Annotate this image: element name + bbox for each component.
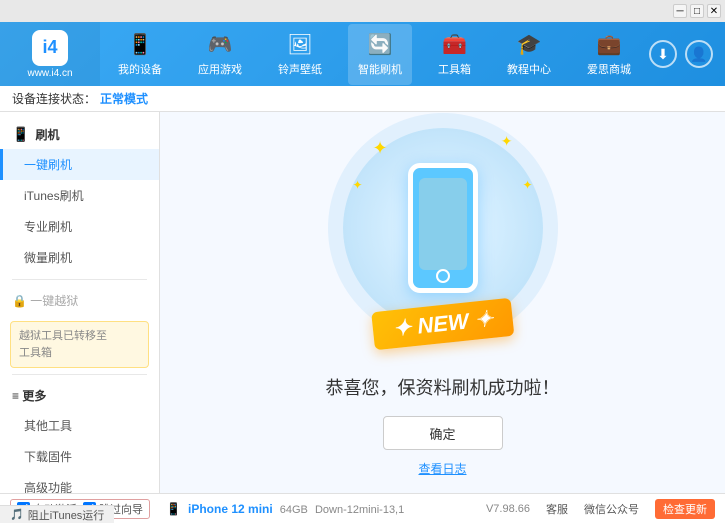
my-device-icon: 📱 bbox=[128, 32, 153, 57]
new-badge-decoration-left: ✦ bbox=[391, 314, 418, 341]
sparkle-4: ✦ bbox=[522, 178, 532, 192]
nav-item-smart-shop[interactable]: 🔄 智能刷机 bbox=[348, 24, 412, 85]
phone-illustration bbox=[408, 163, 478, 293]
nav-item-shop-label: 爱思商城 bbox=[587, 61, 631, 77]
sidebar-item-pro-flash[interactable]: 专业刷机 bbox=[0, 211, 159, 242]
sidebar-item-itunes-flash-label: iTunes刷机 bbox=[24, 189, 84, 203]
device-firmware: Down-12mini-13,1 bbox=[315, 504, 404, 516]
success-illustration: ✦ ✦ ✦ ✦ ✦ NEW ✦ bbox=[343, 128, 543, 328]
sidebar-divider-1 bbox=[12, 279, 147, 280]
logo-text: i4 bbox=[42, 37, 57, 58]
nav-bar: 📱 我的设备 🎮 应用游戏 🖼 铃声壁纸 🔄 智能刷机 🧰 工具箱 🎓 教程中心… bbox=[100, 22, 649, 86]
notice-text: 越狱工具已转移至工具箱 bbox=[19, 330, 107, 359]
status-value: 正常模式 bbox=[100, 90, 148, 107]
smart-shop-icon: 🔄 bbox=[368, 32, 393, 57]
nav-item-wallpaper-label: 铃声壁纸 bbox=[278, 61, 322, 77]
sidebar-item-one-key-flash-label: 一键刷机 bbox=[24, 158, 72, 172]
check-update-button[interactable]: 检查更新 bbox=[655, 499, 715, 519]
itunes-bar: 🎵 阻止iTunes运行 bbox=[0, 505, 114, 523]
header: i4 www.i4.cn 📱 我的设备 🎮 应用游戏 🖼 铃声壁纸 🔄 智能刷机… bbox=[0, 22, 725, 86]
logo-icon: i4 bbox=[32, 30, 68, 66]
sidebar-item-other-tools-label: 其他工具 bbox=[24, 419, 72, 433]
download-button[interactable]: ⬇ bbox=[649, 40, 677, 68]
sidebar-item-download-firmware[interactable]: 下载固件 bbox=[0, 441, 159, 472]
more-section-title: ≡ 更多 bbox=[0, 381, 159, 410]
flash-section-title: 📱 刷机 bbox=[0, 120, 159, 149]
wechat-link[interactable]: 微信公众号 bbox=[584, 501, 639, 517]
success-text: 恭喜您，保资料刷机成功啦！ bbox=[326, 378, 560, 398]
status-label: 设备连接状态： bbox=[12, 90, 96, 107]
sidebar: 📱 刷机 一键刷机 iTunes刷机 专业刷机 微量刷机 🔒 一键越狱 越狱工具… bbox=[0, 112, 160, 493]
sidebar-item-download-firmware-label: 下载固件 bbox=[24, 450, 72, 464]
nav-item-toolbox[interactable]: 🧰 工具箱 bbox=[428, 24, 481, 85]
main-container: 📱 刷机 一键刷机 iTunes刷机 专业刷机 微量刷机 🔒 一键越狱 越狱工具… bbox=[0, 112, 725, 493]
more-label: ≡ 更多 bbox=[12, 387, 46, 404]
phone-home-button bbox=[436, 269, 450, 283]
sidebar-divider-2 bbox=[12, 374, 147, 375]
sparkle-2: ✦ bbox=[501, 133, 513, 150]
close-button[interactable]: ✕ bbox=[707, 4, 721, 18]
wallpaper-icon: 🖼 bbox=[287, 32, 312, 57]
sidebar-item-other-tools[interactable]: 其他工具 bbox=[0, 410, 159, 441]
nav-item-my-device-label: 我的设备 bbox=[118, 61, 162, 77]
sidebar-item-one-key-flash[interactable]: 一键刷机 bbox=[0, 149, 159, 180]
content-area: ✦ ✦ ✦ ✦ ✦ NEW ✦ 恭喜您，保资料刷机成功啦！ 确定 查看日志 bbox=[160, 112, 725, 493]
apps-games-icon: 🎮 bbox=[208, 32, 233, 57]
logo-area: i4 www.i4.cn bbox=[0, 22, 100, 86]
sidebar-item-micro-flash-label: 微量刷机 bbox=[24, 251, 72, 265]
itunes-icon: 🎵 bbox=[10, 508, 24, 521]
sidebar-item-advanced-label: 高级功能 bbox=[24, 481, 72, 493]
sidebar-item-advanced[interactable]: 高级功能 bbox=[0, 472, 159, 493]
user-button[interactable]: 👤 bbox=[685, 40, 713, 68]
itunes-status: 阻止iTunes运行 bbox=[28, 507, 105, 523]
nav-item-shop[interactable]: 💼 爱思商城 bbox=[577, 24, 641, 85]
logo-url: www.i4.cn bbox=[27, 68, 72, 79]
notice-box: 越狱工具已转移至工具箱 bbox=[10, 321, 149, 368]
toolbox-icon: 🧰 bbox=[442, 32, 467, 57]
view-log-link[interactable]: 查看日志 bbox=[418, 460, 466, 477]
nav-item-my-device[interactable]: 📱 我的设备 bbox=[108, 24, 172, 85]
nav-item-tutorial[interactable]: 🎓 教程中心 bbox=[497, 24, 561, 85]
nav-item-apps-games-label: 应用游戏 bbox=[198, 61, 242, 77]
status-bar: 设备连接状态： 正常模式 bbox=[0, 86, 725, 112]
maximize-button[interactable]: □ bbox=[690, 4, 704, 18]
sparkle-3: ✦ bbox=[353, 178, 363, 192]
bottom-right: V7.98.66 客服 微信公众号 检查更新 bbox=[486, 499, 715, 519]
confirm-button[interactable]: 确定 bbox=[383, 416, 503, 450]
nav-item-wallpaper[interactable]: 🖼 铃声壁纸 bbox=[268, 24, 332, 85]
new-badge-decoration-right: ✦ bbox=[473, 306, 494, 333]
phone-screen bbox=[419, 178, 467, 270]
sidebar-item-itunes-flash[interactable]: iTunes刷机 bbox=[0, 180, 159, 211]
sparkle-1: ✦ bbox=[373, 138, 388, 159]
header-actions: ⬇ 👤 bbox=[649, 40, 725, 68]
device-name: iPhone 12 mini bbox=[188, 502, 273, 516]
device-icon: 📱 bbox=[166, 502, 181, 516]
sidebar-item-micro-flash[interactable]: 微量刷机 bbox=[0, 242, 159, 273]
phone-body bbox=[408, 163, 478, 293]
nav-item-toolbox-label: 工具箱 bbox=[438, 61, 471, 77]
flash-icon: 📱 bbox=[12, 126, 29, 143]
nav-item-smart-shop-label: 智能刷机 bbox=[358, 61, 402, 77]
tutorial-icon: 🎓 bbox=[517, 32, 542, 57]
version-text: V7.98.66 bbox=[486, 503, 530, 515]
title-bar: ─ □ ✕ bbox=[0, 0, 725, 22]
customer-service-link[interactable]: 客服 bbox=[546, 501, 568, 517]
device-storage: 64GB bbox=[280, 504, 308, 516]
minimize-button[interactable]: ─ bbox=[673, 4, 687, 18]
sidebar-item-pro-flash-label: 专业刷机 bbox=[24, 220, 72, 234]
device-info: 📱 iPhone 12 mini 64GB Down-12mini-13,1 bbox=[166, 502, 404, 516]
shop-icon: 💼 bbox=[597, 32, 622, 57]
flash-label: 刷机 bbox=[35, 126, 59, 143]
sidebar-item-jailbreak: 🔒 一键越狱 bbox=[0, 286, 159, 315]
nav-item-apps-games[interactable]: 🎮 应用游戏 bbox=[188, 24, 252, 85]
new-badge-text: NEW bbox=[416, 308, 470, 338]
success-text-container: 恭喜您，保资料刷机成功啦！ bbox=[326, 374, 560, 400]
nav-item-tutorial-label: 教程中心 bbox=[507, 61, 551, 77]
jailbreak-label: 🔒 一键越狱 bbox=[12, 292, 78, 309]
